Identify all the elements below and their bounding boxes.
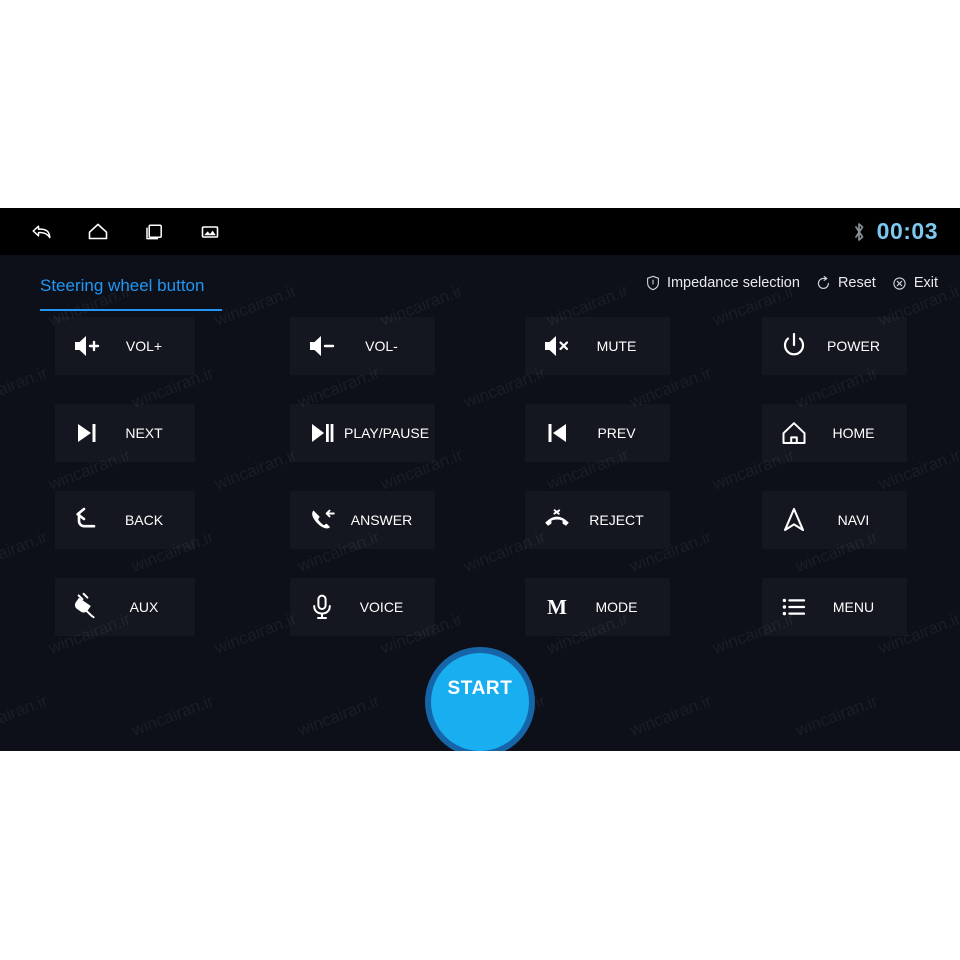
button-label: VOL+ [125, 338, 163, 354]
phone-answer-icon [300, 505, 344, 535]
back-arrow-icon [65, 505, 109, 535]
page-header: Steering wheel button Impedance selectio… [0, 255, 960, 317]
button-menu[interactable]: MENU [762, 578, 907, 636]
button-label: BACK [124, 512, 164, 528]
exit-icon [892, 276, 907, 291]
status-bar-right: 00:03 [851, 208, 938, 255]
button-label: MENU [832, 599, 875, 615]
button-label: VOL- [365, 338, 398, 354]
impedance-selection-button[interactable]: Impedance selection [646, 275, 800, 291]
button-label: NAVI [837, 512, 870, 528]
button-next[interactable]: NEXT [55, 404, 195, 462]
button-play-pause[interactable]: PLAY/PAUSE [290, 404, 435, 462]
button-label: PLAY/PAUSE [344, 425, 430, 441]
skip-next-icon [65, 418, 109, 448]
microphone-icon [300, 592, 344, 622]
reset-label: Reset [837, 274, 876, 291]
button-label: ANSWER [350, 512, 413, 528]
navigation-bar-icons [28, 208, 224, 255]
reset-button[interactable]: Reset [816, 274, 876, 291]
list-menu-icon [772, 592, 816, 622]
bluetooth-icon [854, 222, 864, 241]
button-reject[interactable]: REJECT [525, 491, 670, 549]
button-label: PREV [597, 425, 636, 441]
button-label: HOME [832, 425, 875, 441]
mode-m-icon: M [535, 594, 579, 619]
reset-icon [816, 275, 831, 291]
button-label: REJECT [589, 512, 644, 528]
start-button[interactable]: START [425, 647, 535, 751]
button-label: VOICE [359, 599, 404, 615]
button-power[interactable]: POWER [762, 317, 907, 375]
exit-button[interactable]: Exit [892, 276, 938, 291]
button-navi[interactable]: NAVI [762, 491, 907, 549]
volume-mute-icon [535, 331, 579, 361]
shield-icon [646, 275, 660, 291]
phone-reject-icon [535, 505, 579, 535]
navigation-arrow-icon [772, 505, 816, 535]
screenshot-icon[interactable] [196, 218, 224, 246]
home-icon [772, 418, 816, 448]
tab-active-underline [40, 309, 222, 311]
android-status-bar: 00:03 [0, 208, 960, 255]
button-vol[interactable]: VOL- [290, 317, 435, 375]
start-button-label: START [447, 678, 513, 699]
button-mode[interactable]: M MODE [525, 578, 670, 636]
volume-down-icon [300, 331, 344, 361]
screenshot-root: wincairan.irwincairan.irwincairan.irwinc… [0, 0, 960, 960]
impedance-selection-label: Impedance selection [666, 274, 800, 291]
button-vol[interactable]: VOL+ [55, 317, 195, 375]
tab-steering-wheel-button[interactable]: Steering wheel button [40, 277, 204, 294]
button-answer[interactable]: ANSWER [290, 491, 435, 549]
button-mute[interactable]: MUTE [525, 317, 670, 375]
button-prev[interactable]: PREV [525, 404, 670, 462]
play-pause-icon [300, 418, 344, 448]
start-button-core: START [431, 653, 529, 751]
home-icon[interactable] [84, 218, 112, 246]
button-back[interactable]: BACK [55, 491, 195, 549]
plug-icon [65, 592, 109, 622]
exit-label: Exit [913, 274, 938, 291]
button-aux[interactable]: AUX [55, 578, 195, 636]
skip-previous-icon [535, 418, 579, 448]
button-label: MUTE [596, 338, 637, 354]
button-home[interactable]: HOME [762, 404, 907, 462]
steering-wheel-button-grid: VOL+ VOL- MUTE POWER NEXT PLAY/PAUSE PREV HOME B… [0, 317, 960, 647]
power-icon [772, 331, 816, 361]
head-unit-screen: wincairan.irwincairan.irwincairan.irwinc… [0, 208, 960, 751]
button-voice[interactable]: VOICE [290, 578, 435, 636]
button-label: MODE [595, 599, 638, 615]
mode-glyph: M [547, 594, 567, 619]
button-label: POWER [827, 338, 880, 354]
button-label: NEXT [125, 425, 163, 441]
recents-icon[interactable] [140, 218, 168, 246]
back-icon[interactable] [28, 218, 56, 246]
volume-up-icon [65, 331, 109, 361]
button-label: AUX [129, 599, 159, 615]
status-bar-clock: 00:03 [876, 218, 938, 244]
header-action-group: Impedance selection Reset Exit [646, 275, 938, 291]
